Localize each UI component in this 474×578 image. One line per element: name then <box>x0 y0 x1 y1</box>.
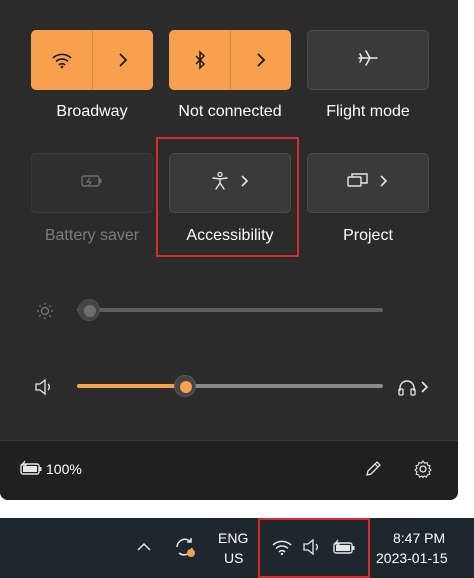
brightness-icon <box>34 300 56 322</box>
speaker-icon[interactable] <box>301 537 323 557</box>
bluetooth-more-button[interactable] <box>230 30 291 90</box>
language-code[interactable]: ENG <box>218 530 248 546</box>
side-strip <box>458 0 474 512</box>
pencil-icon[interactable] <box>362 458 384 480</box>
language-region[interactable]: US <box>224 550 243 566</box>
wifi-tile[interactable] <box>31 30 153 90</box>
sync-icon[interactable] <box>172 534 198 560</box>
battery-saver-icon <box>81 174 103 193</box>
volume-slider-thumb[interactable] <box>174 375 196 397</box>
headphones-icon[interactable] <box>396 376 418 398</box>
flight-mode-label: Flight mode <box>326 103 410 120</box>
clock-time[interactable]: 8:47 PM <box>393 530 445 546</box>
bluetooth-tile[interactable] <box>169 30 291 90</box>
audio-output-chevron-icon[interactable] <box>418 379 432 395</box>
brightness-track[interactable] <box>77 308 383 312</box>
taskbar: ENG US 8:47 PM 2023-01-15 <box>0 518 474 578</box>
chevron-right-icon <box>118 52 128 68</box>
wifi-label: Broadway <box>56 103 128 120</box>
quick-settings-panel: Broadway Not connected Flight mode Batte… <box>0 0 458 500</box>
battery-saver-tile <box>31 153 153 213</box>
bluetooth-toggle[interactable] <box>169 30 230 90</box>
flight-mode-tile[interactable] <box>307 30 429 90</box>
chevron-right-icon <box>256 52 266 68</box>
accessibility-highlight <box>156 137 299 257</box>
project-icon <box>347 172 369 194</box>
wifi-icon <box>51 51 73 69</box>
wifi-icon[interactable] <box>270 537 294 557</box>
clock-date[interactable]: 2023-01-15 <box>376 550 448 566</box>
chevron-up-icon[interactable] <box>133 536 155 558</box>
battery-charging-icon[interactable] <box>331 537 357 557</box>
airplane-icon <box>357 48 379 73</box>
volume-fill <box>77 384 185 388</box>
battery-saver-label: Battery saver <box>44 227 140 244</box>
wifi-more-button[interactable] <box>92 30 153 90</box>
project-label: Project <box>343 227 393 244</box>
speaker-icon[interactable] <box>33 376 55 398</box>
bluetooth-label: Not connected <box>178 103 282 120</box>
brightness-slider-thumb[interactable] <box>78 299 100 321</box>
bluetooth-icon <box>193 50 207 70</box>
gear-icon[interactable] <box>412 458 434 480</box>
project-tile[interactable] <box>307 153 429 213</box>
wifi-toggle[interactable] <box>31 30 92 90</box>
quick-settings-footer: 100% <box>0 440 458 500</box>
battery-percent[interactable]: 100% <box>46 461 82 477</box>
chevron-right-icon <box>379 174 389 193</box>
battery-charging-icon[interactable] <box>18 458 44 478</box>
